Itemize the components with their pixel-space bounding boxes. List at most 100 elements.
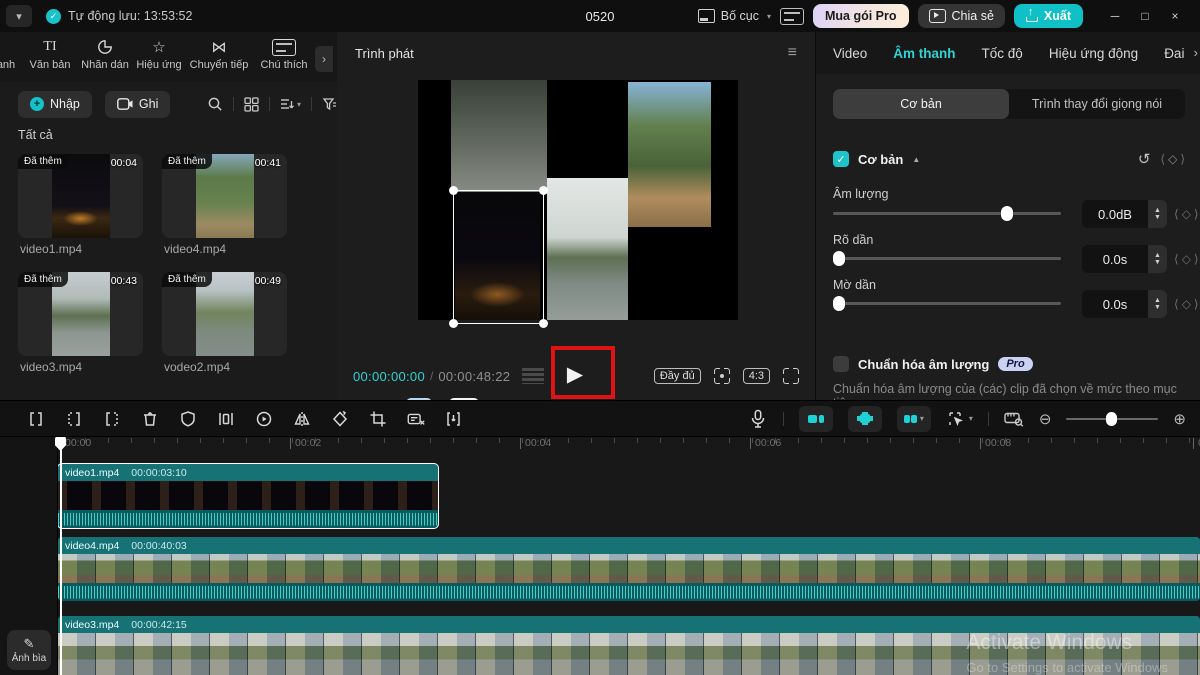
fit-mode-button[interactable]: Đầy đủ	[654, 368, 701, 384]
export-button[interactable]: Xuất	[1014, 4, 1083, 28]
fade-out-slider-thumb[interactable]	[833, 296, 845, 311]
keyframe-controls[interactable]: ⟨◇⟩	[1174, 297, 1199, 311]
menu-chevron-button[interactable]: ▾	[6, 5, 32, 27]
grid-view-icon[interactable]	[244, 97, 259, 112]
split-delete-left-icon[interactable]	[64, 409, 84, 429]
subtab-basic[interactable]: Cơ bản	[833, 89, 1009, 119]
close-button[interactable]: ×	[1160, 3, 1190, 29]
volume-slider-thumb[interactable]	[1001, 206, 1013, 221]
buy-pro-button[interactable]: Mua gói Pro	[813, 4, 909, 28]
volume-stepper[interactable]: ▲▼	[1148, 200, 1167, 228]
timeline-clip-video4[interactable]: video4.mp4 00:00:40:03	[58, 537, 1200, 601]
tabs-expand-button[interactable]: ›	[1194, 45, 1198, 60]
sort-dropdown[interactable]: ▾	[280, 97, 301, 111]
resize-handle-br[interactable]	[539, 319, 548, 328]
preview-canvas[interactable]	[418, 80, 738, 320]
preview-clip-trees[interactable]	[628, 82, 711, 227]
preview-clip-gray-road[interactable]	[451, 80, 547, 192]
tab-animation[interactable]: Hiệu ứng động	[1049, 46, 1138, 61]
media-item-video3[interactable]: Đã thêm 00:43	[18, 272, 143, 356]
record-button[interactable]: Ghi	[105, 91, 170, 118]
divider	[311, 97, 312, 111]
basic-label: Cơ bản	[858, 152, 903, 167]
volume-value[interactable]: 0.0dB	[1082, 200, 1148, 228]
resize-handle-bl[interactable]	[449, 319, 458, 328]
import-button[interactable]: + Nhập	[18, 91, 92, 118]
fade-in-value[interactable]: 0.0s	[1082, 245, 1148, 273]
tab-speed[interactable]: Tốc độ	[982, 46, 1023, 61]
keyframe-controls[interactable]: ⟨◇⟩	[1174, 252, 1199, 266]
subtab-voice-changer[interactable]: Trình thay đổi giọng nói	[1009, 89, 1185, 119]
keyframe-controls[interactable]: ⟨◇⟩	[1174, 207, 1199, 221]
tab-transitions[interactable]: ⋈ Chuyển tiếp	[184, 38, 254, 71]
media-item-video1[interactable]: Đã thêm 00:04	[18, 154, 143, 238]
flip-icon[interactable]	[292, 409, 312, 429]
clip-waveform	[58, 510, 438, 528]
split-icon[interactable]	[26, 409, 46, 429]
mirror-frames-icon[interactable]	[216, 409, 236, 429]
tabstrip-expand-button[interactable]: ›	[315, 46, 333, 72]
normalize-checkbox[interactable]	[833, 356, 849, 372]
fade-in-slider-thumb[interactable]	[833, 251, 845, 266]
top-bar: ▾ ✓ Tự động lưu: 13:53:52 0520 Bố cục ▾ …	[0, 0, 1200, 32]
caption-tool-icon[interactable]	[444, 409, 464, 429]
export-icon	[1026, 10, 1038, 22]
collapse-icon[interactable]: ▲	[912, 155, 920, 164]
media-item-video4[interactable]: Đã thêm 00:41	[162, 154, 287, 238]
captions-button[interactable]	[780, 8, 804, 25]
frame-pages-icon[interactable]	[522, 368, 544, 384]
fade-out-stepper[interactable]: ▲▼	[1148, 290, 1167, 318]
aspect-ratio-button[interactable]: 4:3	[743, 368, 770, 384]
chevron-down-icon: ▾	[297, 100, 301, 109]
fade-out-value[interactable]: 0.0s	[1082, 290, 1148, 318]
zoom-out-icon[interactable]: ⊖	[1039, 410, 1052, 428]
focus-zoom-icon[interactable]	[714, 368, 730, 384]
media-item-vodeo2[interactable]: Đã thêm 00:49	[162, 272, 287, 356]
preview-clip-white-road[interactable]	[547, 178, 628, 320]
maximize-button[interactable]: □	[1130, 3, 1160, 29]
reset-icon[interactable]: ↺	[1138, 150, 1151, 168]
playhead[interactable]	[60, 436, 62, 675]
selection-box[interactable]	[453, 190, 544, 324]
resize-handle-tr[interactable]	[539, 186, 548, 195]
basic-checkbox[interactable]: ✓	[833, 151, 849, 167]
chevron-down-icon: ▾	[969, 414, 973, 423]
resize-handle-tl[interactable]	[449, 186, 458, 195]
keyframe-controls[interactable]: ⟨◇⟩	[1160, 152, 1185, 166]
fade-out-slider[interactable]	[833, 296, 1061, 310]
record-voiceover-icon[interactable]	[748, 409, 768, 429]
timeline-ruler[interactable]: 00:00 00:02 00:04 00:06 00:08 00:10	[57, 435, 1200, 457]
split-delete-right-icon[interactable]	[102, 409, 122, 429]
tab-video[interactable]: Video	[833, 46, 867, 61]
crop-icon[interactable]	[368, 409, 388, 429]
fade-in-slider[interactable]	[833, 251, 1061, 265]
timeline-clip-video1[interactable]: video1.mp4 00:00:03:10	[58, 464, 438, 528]
layout-dropdown[interactable]: Bố cục ▾	[698, 9, 771, 23]
rotate-icon[interactable]	[330, 409, 350, 429]
player-menu-icon[interactable]: ≡	[788, 44, 797, 62]
volume-slider[interactable]	[833, 206, 1061, 220]
zoom-slider-thumb[interactable]	[1106, 412, 1117, 426]
mask-icon[interactable]	[178, 409, 198, 429]
minimize-button[interactable]: ─	[1100, 3, 1130, 29]
timeline-zoom-slider[interactable]	[1066, 412, 1158, 426]
extract-text-icon[interactable]	[406, 409, 426, 429]
filter-all-label[interactable]: Tất cả	[18, 128, 53, 142]
fullscreen-icon[interactable]	[783, 368, 799, 384]
speed-icon[interactable]	[254, 409, 274, 429]
preview-axis-icon[interactable]	[1004, 409, 1024, 429]
delete-icon[interactable]	[140, 409, 160, 429]
zoom-in-icon[interactable]: ⊕	[1173, 410, 1186, 428]
tab-overflow-partial[interactable]: Đai	[1164, 46, 1184, 61]
fade-in-stepper[interactable]: ▲▼	[1148, 245, 1167, 273]
share-button[interactable]: Chia sẻ	[918, 4, 1005, 28]
cover-button[interactable]: ✎ Ảnh bìa	[7, 630, 51, 670]
timeline-clip-video3[interactable]: video3.mp4 00:00:42:15	[58, 616, 1200, 675]
snap-left-toggle[interactable]	[799, 406, 833, 432]
link-toggle[interactable]: ▾	[897, 406, 931, 432]
tab-captions[interactable]: Chú thích	[249, 38, 319, 71]
auto-ripple-toggle[interactable]	[848, 406, 882, 432]
select-tool-dropdown[interactable]: ▾	[946, 410, 973, 428]
tab-audio[interactable]: Âm thanh	[893, 46, 955, 61]
search-icon[interactable]	[207, 96, 223, 112]
